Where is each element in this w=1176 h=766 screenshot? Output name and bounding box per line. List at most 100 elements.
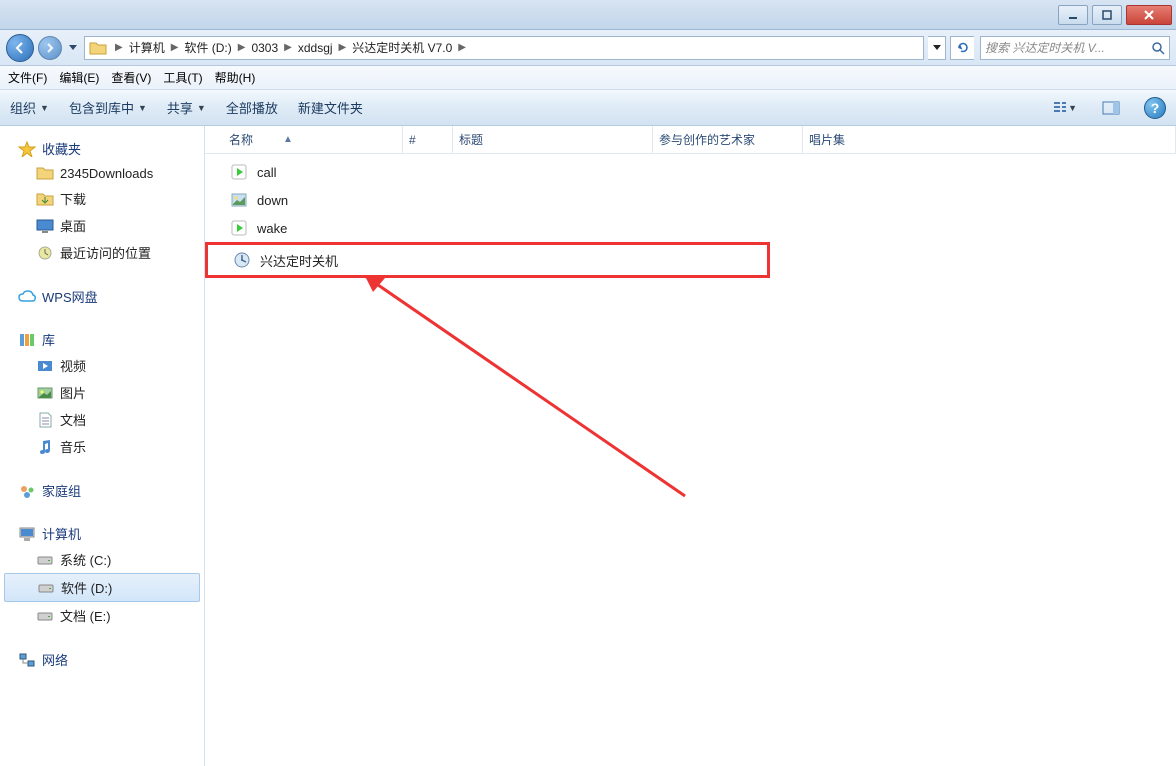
breadcrumb-sep-icon: ▶	[454, 42, 470, 53]
include-label: 包含到库中	[69, 98, 134, 117]
menu-help[interactable]: 帮助(H)	[215, 69, 256, 86]
playall-button[interactable]: 全部播放	[226, 98, 278, 117]
music-icon	[36, 439, 54, 455]
homegroup-header[interactable]: 家庭组	[0, 478, 204, 503]
nav-history-dropdown[interactable]	[66, 45, 80, 51]
address-bar[interactable]: ▶ 计算机 ▶ 软件 (D:) ▶ 0303 ▶ xddsgj ▶ 兴达定时关机…	[84, 36, 924, 60]
chevron-down-icon: ▼	[40, 103, 49, 113]
sidebar-item-desktop[interactable]: 桌面	[0, 212, 204, 239]
libraries-header[interactable]: 库	[0, 327, 204, 352]
wps-label: WPS网盘	[42, 287, 98, 306]
sidebar-item-drive-c[interactable]: 系统 (C:)	[0, 546, 204, 573]
close-button[interactable]	[1126, 5, 1172, 25]
command-bar: 组织 ▼ 包含到库中 ▼ 共享 ▼ 全部播放 新建文件夹 ▼ ?	[0, 90, 1176, 126]
address-dropdown[interactable]	[928, 36, 946, 60]
homegroup-label: 家庭组	[42, 481, 81, 500]
sidebar-item-pictures[interactable]: 图片	[0, 379, 204, 406]
sidebar-item-label: 文档	[60, 410, 86, 429]
network-group: 网络	[0, 647, 204, 672]
breadcrumb-sep-icon: ▶	[167, 42, 183, 53]
sort-ascending-icon: ▲	[283, 134, 293, 145]
newfolder-button[interactable]: 新建文件夹	[298, 98, 363, 117]
breadcrumb-item[interactable]: 计算机	[127, 39, 167, 56]
column-label: 标题	[459, 131, 483, 148]
sidebar-item-recent[interactable]: 最近访问的位置	[0, 239, 204, 266]
drive-icon	[37, 580, 55, 596]
menu-tools[interactable]: 工具(T)	[163, 69, 202, 86]
breadcrumb-item[interactable]: xddsgj	[296, 41, 335, 55]
titlebar	[0, 0, 1176, 30]
homegroup-icon	[18, 483, 36, 499]
sidebar-item-drive-e[interactable]: 文档 (E:)	[0, 602, 204, 629]
sidebar-item-documents[interactable]: 文档	[0, 406, 204, 433]
search-input[interactable]: 搜索 兴达定时关机 V...	[980, 36, 1170, 60]
preview-pane-button[interactable]	[1098, 97, 1124, 119]
recent-icon	[36, 245, 54, 261]
sidebar-item-drive-d[interactable]: 软件 (D:)	[4, 573, 200, 602]
desktop-icon	[36, 218, 54, 234]
breadcrumb-item[interactable]: 兴达定时关机 V7.0	[350, 39, 454, 56]
search-icon	[1151, 41, 1165, 55]
share-button[interactable]: 共享 ▼	[167, 98, 206, 117]
library-icon	[18, 332, 36, 348]
file-item-highlighted[interactable]: 兴达定时关机	[205, 242, 770, 278]
menu-file[interactable]: 文件(F)	[8, 69, 47, 86]
column-name[interactable]: 名称 ▲	[223, 126, 403, 153]
favorites-header[interactable]: 收藏夹	[0, 136, 204, 161]
sidebar-item-music[interactable]: 音乐	[0, 433, 204, 460]
column-number[interactable]: #	[403, 126, 453, 153]
network-header[interactable]: 网络	[0, 647, 204, 672]
computer-group: 计算机 系统 (C:) 软件 (D:) 文档 (E:)	[0, 521, 204, 629]
media-file-icon	[229, 219, 249, 237]
wps-header[interactable]: WPS网盘	[0, 284, 204, 309]
sidebar-item-label: 文档 (E:)	[60, 606, 111, 625]
folder-icon	[36, 165, 54, 181]
back-button[interactable]	[6, 34, 34, 62]
playall-label: 全部播放	[226, 98, 278, 117]
file-item[interactable]: down	[205, 186, 1176, 214]
file-name: 兴达定时关机	[260, 251, 338, 270]
drive-icon	[36, 552, 54, 568]
picture-icon	[36, 385, 54, 401]
sidebar-item-2345downloads[interactable]: 2345Downloads	[0, 161, 204, 185]
file-item[interactable]: call	[205, 158, 1176, 186]
media-file-icon	[229, 163, 249, 181]
include-library-button[interactable]: 包含到库中 ▼	[69, 98, 147, 117]
breadcrumb-sep-icon: ▶	[335, 42, 351, 53]
column-title[interactable]: 标题	[453, 126, 653, 153]
maximize-button[interactable]	[1092, 5, 1122, 25]
sidebar-item-videos[interactable]: 视频	[0, 352, 204, 379]
folder-icon	[36, 191, 54, 207]
computer-label: 计算机	[42, 524, 81, 543]
column-artist[interactable]: 参与创作的艺术家	[653, 126, 803, 153]
column-album[interactable]: 唱片集	[803, 126, 1176, 153]
menu-edit[interactable]: 编辑(E)	[59, 69, 99, 86]
refresh-button[interactable]	[950, 36, 974, 60]
wps-group: WPS网盘	[0, 284, 204, 309]
column-label: 名称	[229, 131, 253, 148]
sidebar-item-label: 视频	[60, 356, 86, 375]
organize-button[interactable]: 组织 ▼	[10, 98, 49, 117]
sidebar-item-label: 2345Downloads	[60, 166, 153, 181]
minimize-button[interactable]	[1058, 5, 1088, 25]
breadcrumb-item[interactable]: 软件 (D:)	[182, 39, 233, 56]
column-headers: 名称 ▲ # 标题 参与创作的艺术家 唱片集	[205, 126, 1176, 154]
video-icon	[36, 358, 54, 374]
favorites-label: 收藏夹	[42, 139, 81, 158]
view-options-button[interactable]: ▼	[1052, 97, 1078, 119]
computer-header[interactable]: 计算机	[0, 521, 204, 546]
file-item[interactable]: wake	[205, 214, 1176, 242]
chevron-down-icon: ▼	[197, 103, 206, 113]
help-button[interactable]: ?	[1144, 97, 1166, 119]
breadcrumb-sep-icon: ▶	[111, 42, 127, 53]
network-icon	[18, 652, 36, 668]
libraries-label: 库	[42, 330, 55, 349]
breadcrumb-item[interactable]: 0303	[249, 41, 280, 55]
navigation-bar: ▶ 计算机 ▶ 软件 (D:) ▶ 0303 ▶ xddsgj ▶ 兴达定时关机…	[0, 30, 1176, 66]
folder-icon	[89, 40, 107, 56]
forward-button[interactable]	[38, 36, 62, 60]
annotation-arrow	[345, 256, 705, 516]
breadcrumb-sep-icon: ▶	[234, 42, 250, 53]
sidebar-item-downloads[interactable]: 下载	[0, 185, 204, 212]
menu-view[interactable]: 查看(V)	[111, 69, 151, 86]
